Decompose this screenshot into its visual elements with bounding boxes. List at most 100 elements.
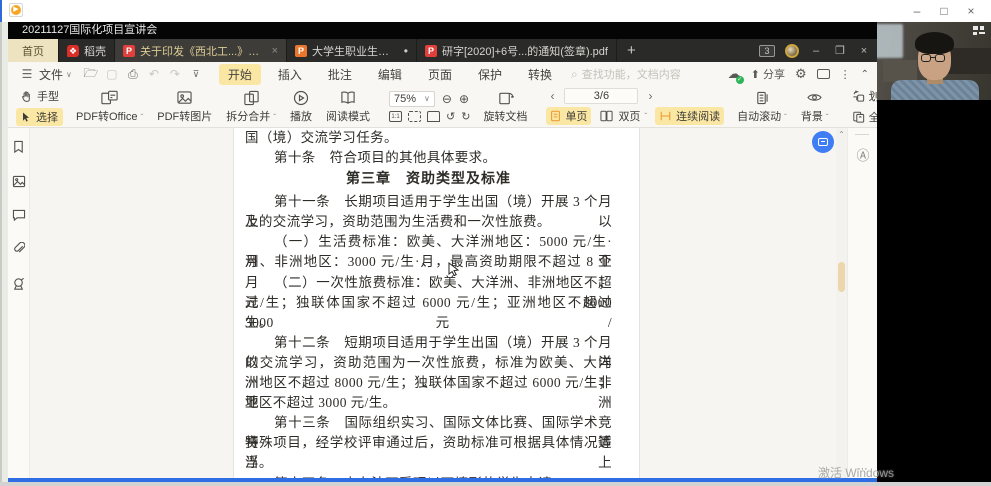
select-tool-button[interactable]: 选择 [16,108,63,126]
comment-icon[interactable] [817,69,830,79]
player-left-gutter [0,22,8,484]
read-mode-button[interactable]: 阅读模式 [319,89,377,124]
attachment-icon[interactable] [13,242,25,256]
zoom-level-select[interactable]: 75%∨ [389,91,435,107]
unsaved-dot: • [404,44,408,58]
player-maximize-button[interactable]: □ [932,2,956,20]
activate-windows-watermark: 激活 Windows [818,464,894,481]
player-minimize-button[interactable]: – [905,2,929,20]
tab-document-active[interactable]: P 关于印发《西北工...》的通知.pdf × [115,39,287,62]
service-icon [818,138,828,146]
zoom-out-icon[interactable]: ⊖ [442,92,452,106]
pdf-to-office-button[interactable]: PDF转Office ˇ [69,89,150,124]
docer-icon: ❖ [67,45,79,57]
double-page-button[interactable]: 双页ˇ [595,107,651,125]
save-icon[interactable]: ▢ [103,67,121,81]
bookmark-icon[interactable] [12,140,25,154]
hand-tool-button[interactable]: 手型 [16,87,63,105]
toolbar-options-icon[interactable]: ⊽ [187,69,205,80]
left-panel-sidebar [8,128,30,480]
hand-icon [20,90,33,103]
vertical-scrollbar[interactable] [836,128,847,480]
chevron-down-icon: ∨ [66,70,72,79]
search-input[interactable]: ⌕ 查找功能，文档内容 [571,66,681,82]
rotate-document-button[interactable]: 旋转文档 [476,89,534,124]
rotate-right-icon[interactable]: ↻ [461,110,470,123]
split-merge-button[interactable]: 拆分合并 ˇ [219,89,283,124]
settings-gear-icon[interactable]: ⚙ [795,66,807,82]
word-translate-icon [852,90,865,102]
scrollbar-thumb[interactable] [838,262,845,292]
continuous-read-button[interactable]: 连续阅读 [655,107,724,125]
pdf-to-image-button[interactable]: PDF转图片 [150,89,219,124]
undo-icon[interactable]: ↶ [145,67,163,81]
zoom-in-icon[interactable]: ⊕ [459,92,469,106]
thumbnails-icon[interactable] [12,175,26,188]
next-page-icon[interactable]: › [644,89,656,103]
menu-tab-start[interactable]: 开始 [219,64,261,85]
file-menu[interactable]: 文件 [39,66,63,83]
doc-line: 第十一条 长期项目适用于学生出国（境）开展 3 个月及以 [245,192,612,212]
tab-home[interactable]: 首页 [8,39,59,62]
service-assistant-button[interactable] [812,131,834,153]
menu-tab-edit[interactable]: 编辑 [369,64,411,85]
search-icon: ⌕ [571,67,578,82]
screen-share-border [8,478,877,482]
stamp-seal-icon[interactable] [12,277,26,291]
print-icon[interactable]: ⎙ [124,67,142,82]
hamburger-icon: ☰ [18,67,36,81]
pdf-file-icon: P [425,45,437,57]
tab-document-ppt[interactable]: P 大学生职业生涯规划-2021春季学期 • [287,39,417,62]
fit-page-icon[interactable] [427,111,440,122]
tab-docer[interactable]: ❖ 稻壳 [59,39,115,62]
document-count-badge[interactable]: 3 [759,45,775,57]
share-button[interactable]: ⬆ 分享 [751,66,785,82]
doc-line: 元/生；独联体国家不超过 6000 元/生；亚洲地区不超过 3000 元/ [245,293,612,313]
doc-line: （一）生活费标准：欧美、大洋洲地区：5000 元/生·月、亚 [245,232,612,252]
actual-size-icon[interactable]: 1:1 [389,111,402,122]
single-page-button[interactable]: 单页 [546,107,591,125]
previous-page-icon[interactable]: ‹ [546,89,558,103]
right-tool-strip [847,128,877,480]
menu-tab-page[interactable]: 页面 [419,64,461,85]
menu-tab-insert[interactable]: 插入 [269,64,311,85]
fit-width-icon[interactable] [408,111,421,122]
tab-document-pdf2[interactable]: P 研字[2020]+6号...的通知(签章).pdf [417,39,617,62]
scroll-up-arrow[interactable]: ⌃ [836,130,847,140]
background-button[interactable]: 背景 ˇ [794,89,836,124]
rotate-left-icon[interactable]: ↺ [446,110,455,123]
ppt-file-icon: P [295,45,307,57]
doc-line: 第十三条 国际组织实习、国际文体比赛、国际学术竞赛等 [245,413,612,433]
open-icon[interactable]: 🗁 [82,64,100,85]
tab-bar: 首页 ❖ 稻壳 P 关于印发《西北工...》的通知.pdf × P 大学生职业生… [8,39,877,62]
dictionary-lookup-icon[interactable]: Ⓐ [855,148,871,164]
menu-tab-annotate[interactable]: 批注 [319,64,361,85]
menu-tab-protect[interactable]: 保护 [469,64,511,85]
person-hair [915,32,954,54]
page-indicator-input[interactable]: 3/6 [564,88,638,104]
wps-window-title: 20211127国际化项目宣讲会 [8,22,877,39]
new-tab-button[interactable]: + [617,39,646,62]
collapse-ribbon-icon[interactable]: ⌃ [861,69,869,80]
play-button[interactable]: 播放 [283,89,319,124]
menu-tab-convert[interactable]: 转换 [519,64,561,85]
wps-minimize-button[interactable]: – [809,45,823,57]
more-menu-icon[interactable]: ⋮ [840,68,851,81]
tab-close-icon[interactable]: × [272,45,278,57]
auto-scroll-button[interactable]: 自动滚动 ˇ [730,89,794,124]
cloud-sync-icon[interactable]: ☁ [728,66,741,82]
player-close-button[interactable]: × [959,2,983,20]
doc-line: 第十条 符合项目的其他具体要求。 [245,148,612,168]
comment-panel-icon[interactable] [12,209,26,221]
ribbon-toolbar: 手型 选择 PDF转Office ˇ PDF转图片 拆分合并 ˇ 播放 阅读模式… [8,86,877,128]
share-icon: ⬆ [751,69,763,81]
doc-line: 的交流学习，资助范围为一次性旅费，标准为欧美、大洋洲、非 [245,353,612,373]
redo-icon[interactable]: ↷ [166,67,184,81]
avatar[interactable] [785,44,799,58]
video-layout-icon[interactable] [973,26,985,36]
wps-close-button[interactable]: × [857,45,871,57]
doc-line: 国（境）交流学习任务。 [245,128,612,148]
split-merge-icon [243,90,260,106]
double-page-icon [599,110,614,122]
wps-restore-button[interactable]: ❐ [833,44,847,57]
